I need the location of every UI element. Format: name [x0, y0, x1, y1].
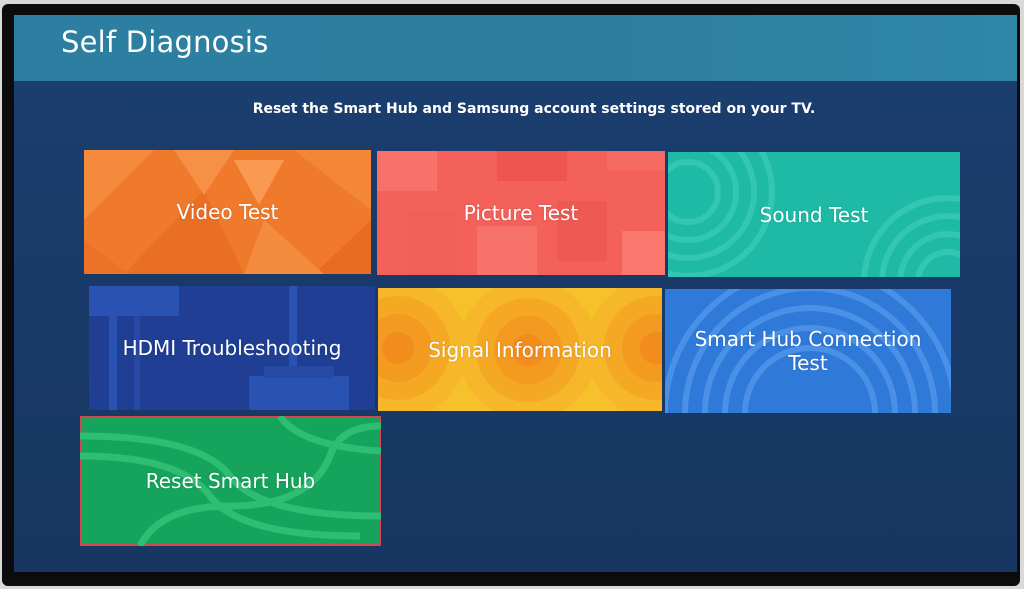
tile-signal-information[interactable]: Signal Information: [378, 288, 662, 411]
tile-label: Sound Test: [759, 202, 869, 227]
tile-video-test[interactable]: Video Test: [84, 150, 371, 274]
tile-smart-hub-connection-test[interactable]: Smart Hub Connection Test: [665, 289, 951, 413]
tile-label: Signal Information: [428, 337, 612, 362]
tile-label: Smart Hub Connection Test: [694, 327, 922, 375]
tile-label: Picture Test: [463, 201, 579, 225]
tile-reset-smart-hub[interactable]: Reset Smart Hub: [80, 416, 381, 546]
tv-screen: Self Diagnosis Reset the Smart Hub and S…: [14, 15, 1017, 572]
page-description: Reset the Smart Hub and Samsung account …: [252, 101, 816, 117]
tile-label: Video Test: [176, 200, 279, 224]
header-bar: Self Diagnosis: [14, 15, 1017, 81]
tile-hdmi-troubleshooting[interactable]: HDMI Troubleshooting: [89, 286, 375, 410]
tile-label: Reset Smart Hub: [145, 469, 316, 493]
tile-picture-test[interactable]: Picture Test: [377, 151, 665, 275]
tile-sound-test[interactable]: Sound Test: [668, 152, 960, 277]
tile-label: HDMI Troubleshooting: [122, 336, 342, 360]
page-title: Self Diagnosis: [61, 25, 269, 59]
